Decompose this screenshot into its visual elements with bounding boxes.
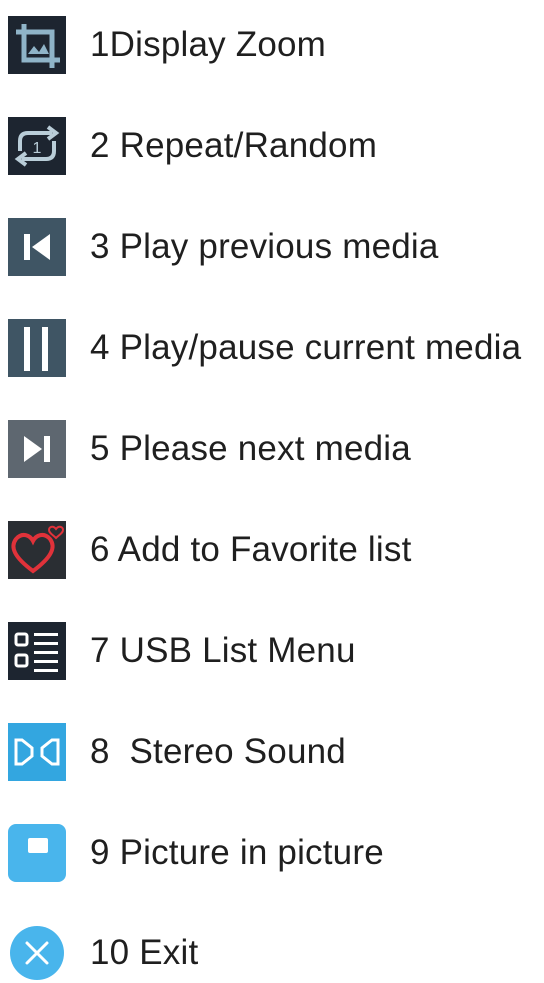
svg-text:1: 1: [33, 140, 42, 157]
icon-legend: 1Display Zoom 1 2 Repeat/Random 3 Play p…: [0, 0, 544, 983]
legend-label: 4 Play/pause current media: [90, 328, 522, 367]
legend-label: 1Display Zoom: [90, 25, 327, 64]
legend-item-next: 5 Please next media: [8, 419, 538, 479]
legend-item-previous: 3 Play previous media: [8, 217, 538, 277]
legend-item-picture-in-picture: 9 Picture in picture: [8, 823, 538, 883]
repeat-random-icon: 1: [8, 117, 66, 175]
legend-label: 7 USB List Menu: [90, 631, 356, 670]
legend-label: 3 Play previous media: [90, 227, 439, 266]
exit-icon: [8, 924, 66, 982]
legend-item-favorite: 6 Add to Favorite list: [8, 520, 538, 580]
previous-icon: [8, 218, 66, 276]
legend-label: 5 Please next media: [90, 429, 411, 468]
legend-item-exit: 10 Exit: [8, 923, 538, 983]
legend-label: 2 Repeat/Random: [90, 126, 378, 165]
legend-item-display-zoom: 1Display Zoom: [8, 15, 538, 75]
usb-list-menu-icon: [8, 622, 66, 680]
display-zoom-icon: [8, 16, 66, 74]
legend-label: 6 Add to Favorite list: [90, 530, 412, 569]
legend-item-repeat-random: 1 2 Repeat/Random: [8, 116, 538, 176]
legend-label: 10 Exit: [90, 933, 199, 972]
legend-item-stereo-sound: 8 Stereo Sound: [8, 722, 538, 782]
pause-icon: [8, 319, 66, 377]
picture-in-picture-icon: [8, 824, 66, 882]
legend-label: 9 Picture in picture: [90, 833, 384, 872]
stereo-sound-icon: [8, 723, 66, 781]
favorite-heart-icon: [8, 521, 66, 579]
next-icon: [8, 420, 66, 478]
legend-label: 8 Stereo Sound: [90, 732, 346, 771]
legend-item-usb-list-menu: 7 USB List Menu: [8, 621, 538, 681]
legend-item-play-pause: 4 Play/pause current media: [8, 318, 538, 378]
